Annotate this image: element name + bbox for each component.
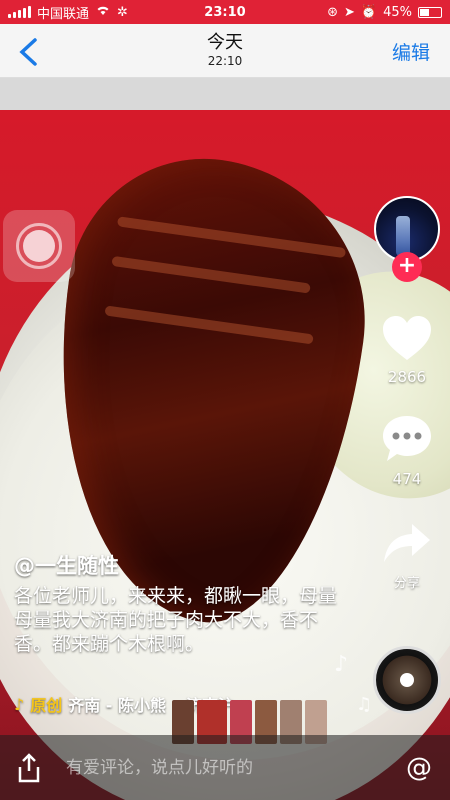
share-label: 分享	[393, 576, 420, 591]
post-description: 各位老师儿，来来来，都瞅一眼，母量母量我大济南的把子肉大不大，香不香。都来蹦个木…	[14, 585, 338, 655]
battery-icon	[418, 6, 442, 18]
music-title: 齐南 - 陈小熊	[68, 696, 167, 715]
status-bar: 中国联通 ✲ 23:10 ⊛ ➤ ⏰ 45%	[0, 0, 450, 24]
original-tag: 原创	[30, 696, 63, 715]
wifi-icon	[95, 4, 111, 20]
follow-button[interactable]: +	[392, 252, 422, 282]
share-button[interactable]: 分享	[370, 522, 444, 591]
loading-icon: ✲	[117, 4, 128, 20]
music-note-icon: ♫	[356, 694, 373, 715]
divider-strip	[0, 78, 450, 110]
like-button[interactable]: 2866	[370, 314, 444, 386]
signal-icon	[8, 6, 31, 18]
comment-count: 474	[392, 470, 422, 488]
edit-button[interactable]: 编辑	[392, 38, 430, 65]
comment-bar: @	[0, 735, 450, 800]
heart-icon	[383, 316, 431, 360]
record-icon	[23, 230, 55, 262]
alarm-icon: ⏰	[360, 4, 378, 20]
screen-record-button[interactable]	[3, 210, 75, 282]
comment-bubble-icon	[383, 416, 431, 461]
share-up-icon	[18, 752, 40, 782]
at-icon[interactable]: @	[402, 751, 436, 785]
comment-button[interactable]: 474	[370, 414, 444, 488]
music-disc[interactable]	[373, 646, 441, 714]
comment-input[interactable]	[66, 757, 402, 778]
nav-bar: 今天 22:10 编辑	[0, 24, 450, 78]
share-up-button[interactable]	[14, 752, 44, 783]
location-icon: ➤	[344, 4, 355, 20]
author-name[interactable]: @一生随性	[14, 550, 119, 580]
share-arrow-icon	[384, 524, 430, 562]
like-count: 2866	[387, 368, 427, 386]
tiktok-note-icon: ♪	[14, 694, 25, 714]
page-subtitle: 22:10	[207, 54, 243, 68]
carrier-label: 中国联通	[37, 6, 90, 22]
page-title: 今天	[207, 32, 243, 53]
battery-label: 45%	[383, 4, 412, 20]
rotation-lock-icon: ⊛	[327, 4, 338, 20]
